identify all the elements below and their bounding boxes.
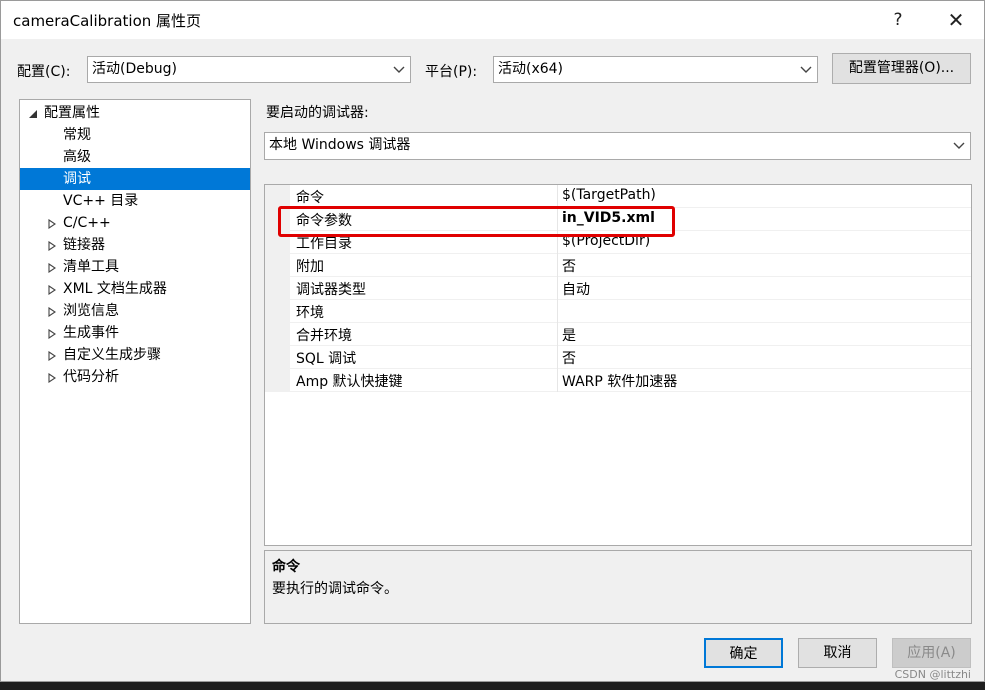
config-label: 配置(C): bbox=[17, 64, 71, 80]
property-value[interactable]: WARP 软件加速器 bbox=[562, 371, 677, 391]
column-divider bbox=[557, 277, 558, 300]
column-divider bbox=[557, 185, 558, 208]
tree-item-label: 生成事件 bbox=[63, 325, 119, 341]
property-row-command[interactable]: 命令 $(TargetPath) bbox=[290, 185, 971, 208]
tree-item-label: 清单工具 bbox=[63, 259, 119, 275]
column-divider bbox=[557, 323, 558, 346]
background-strip bbox=[0, 682, 985, 690]
config-dropdown[interactable]: 活动(Debug) bbox=[87, 56, 411, 83]
property-name: 命令 bbox=[296, 190, 324, 206]
tree-item-label: 高级 bbox=[63, 149, 91, 165]
chevron-down-icon bbox=[392, 57, 406, 82]
annotation-highlight-box bbox=[278, 206, 675, 237]
tree-item-advanced[interactable]: 高级 bbox=[20, 146, 250, 168]
property-pages-dialog: cameraCalibration 属性页 ? ✕ 配置(C): 活动(Debu… bbox=[0, 0, 985, 682]
tree-item-label: VC++ 目录 bbox=[63, 193, 139, 209]
close-icon[interactable]: ✕ bbox=[941, 7, 971, 33]
platform-label: 平台(P): bbox=[425, 64, 478, 80]
description-body: 要执行的调试命令。 bbox=[272, 581, 398, 597]
tree-item-manifest-tool[interactable]: 清单工具 bbox=[20, 256, 250, 278]
collapsed-triangle-icon[interactable] bbox=[48, 366, 60, 388]
property-grid: 命令 $(TargetPath) 命令参数 in_VID5.xml 工作目录 $… bbox=[264, 184, 972, 546]
property-row-merge-environment[interactable]: 合并环境 是 bbox=[290, 323, 971, 346]
ok-button[interactable]: 确定 bbox=[704, 638, 783, 668]
property-row-debugger-type[interactable]: 调试器类型 自动 bbox=[290, 277, 971, 300]
chevron-down-icon bbox=[799, 57, 813, 82]
tree-item-linker[interactable]: 链接器 bbox=[20, 234, 250, 256]
column-divider bbox=[557, 346, 558, 369]
collapsed-triangle-icon[interactable] bbox=[48, 300, 60, 322]
tree-item-label: 代码分析 bbox=[63, 369, 119, 385]
property-name: 合并环境 bbox=[296, 328, 352, 344]
property-tree: 配置属性 常规 高级 调试 VC++ 目录 C/C++ 链接器 清单工具 XML… bbox=[19, 99, 251, 624]
tree-item-browse-info[interactable]: 浏览信息 bbox=[20, 300, 250, 322]
cancel-button[interactable]: 取消 bbox=[798, 638, 877, 668]
help-icon[interactable]: ? bbox=[883, 7, 913, 33]
tree-item-general[interactable]: 常规 bbox=[20, 124, 250, 146]
property-value[interactable]: $(TargetPath) bbox=[562, 187, 656, 203]
property-name: 调试器类型 bbox=[296, 282, 366, 298]
title-bar: cameraCalibration 属性页 ? ✕ bbox=[1, 1, 984, 39]
property-row-sql-debugging[interactable]: SQL 调试 否 bbox=[290, 346, 971, 369]
column-divider bbox=[557, 300, 558, 323]
property-value[interactable]: 自动 bbox=[562, 279, 590, 299]
column-divider bbox=[557, 254, 558, 277]
platform-dropdown[interactable]: 活动(x64) bbox=[493, 56, 818, 83]
debugger-dropdown[interactable]: 本地 Windows 调试器 bbox=[264, 132, 971, 160]
watermark: CSDN @littzhi bbox=[894, 668, 971, 681]
tree-item-custom-build-step[interactable]: 自定义生成步骤 bbox=[20, 344, 250, 366]
debugger-dropdown-value: 本地 Windows 调试器 bbox=[269, 137, 411, 153]
tree-item-cpp[interactable]: C/C++ bbox=[20, 212, 250, 234]
property-value[interactable]: 否 bbox=[562, 348, 576, 368]
window-title: cameraCalibration 属性页 bbox=[13, 12, 202, 30]
property-value[interactable]: 否 bbox=[562, 256, 576, 276]
config-manager-button[interactable]: 配置管理器(O)... bbox=[832, 53, 971, 84]
property-value[interactable]: 是 bbox=[562, 325, 576, 345]
property-row-amp-default-accelerator[interactable]: Amp 默认快捷键 WARP 软件加速器 bbox=[290, 369, 971, 392]
tree-item-label: 浏览信息 bbox=[63, 303, 119, 319]
expanded-triangle-icon[interactable] bbox=[28, 102, 40, 124]
tree-item-build-events[interactable]: 生成事件 bbox=[20, 322, 250, 344]
collapsed-triangle-icon[interactable] bbox=[48, 278, 60, 300]
collapsed-triangle-icon[interactable] bbox=[48, 234, 60, 256]
property-row-environment[interactable]: 环境 bbox=[290, 300, 971, 323]
tree-item-label: C/C++ bbox=[63, 215, 111, 231]
tree-item-code-analysis[interactable]: 代码分析 bbox=[20, 366, 250, 388]
collapsed-triangle-icon[interactable] bbox=[48, 322, 60, 344]
description-title: 命令 bbox=[272, 559, 300, 575]
tree-item-label: 链接器 bbox=[63, 237, 105, 253]
tree-item-vc-directories[interactable]: VC++ 目录 bbox=[20, 190, 250, 212]
property-name: SQL 调试 bbox=[296, 351, 357, 367]
tree-item-label: 常规 bbox=[63, 127, 91, 143]
tree-item-xml-doc-generator[interactable]: XML 文档生成器 bbox=[20, 278, 250, 300]
property-name: 环境 bbox=[296, 305, 324, 321]
tree-root-label: 配置属性 bbox=[44, 105, 100, 121]
property-row-attach[interactable]: 附加 否 bbox=[290, 254, 971, 277]
description-panel: 命令 要执行的调试命令。 bbox=[264, 550, 972, 624]
tree-root-config-properties[interactable]: 配置属性 bbox=[20, 102, 250, 124]
config-dropdown-value: 活动(Debug) bbox=[92, 61, 177, 77]
platform-dropdown-value: 活动(x64) bbox=[498, 61, 564, 77]
debugger-label: 要启动的调试器: bbox=[266, 105, 369, 121]
tree-item-debugging[interactable]: 调试 bbox=[20, 168, 250, 190]
chevron-down-icon bbox=[952, 133, 966, 158]
tree-item-label: 自定义生成步骤 bbox=[63, 347, 161, 363]
property-name: Amp 默认快捷键 bbox=[296, 374, 403, 390]
collapsed-triangle-icon[interactable] bbox=[48, 344, 60, 366]
tree-item-label: XML 文档生成器 bbox=[63, 281, 167, 297]
column-divider bbox=[557, 369, 558, 392]
collapsed-triangle-icon[interactable] bbox=[48, 212, 60, 234]
tree-item-label: 调试 bbox=[63, 171, 91, 187]
property-name: 附加 bbox=[296, 259, 324, 275]
apply-button[interactable]: 应用(A) bbox=[892, 638, 971, 668]
collapsed-triangle-icon[interactable] bbox=[48, 256, 60, 278]
